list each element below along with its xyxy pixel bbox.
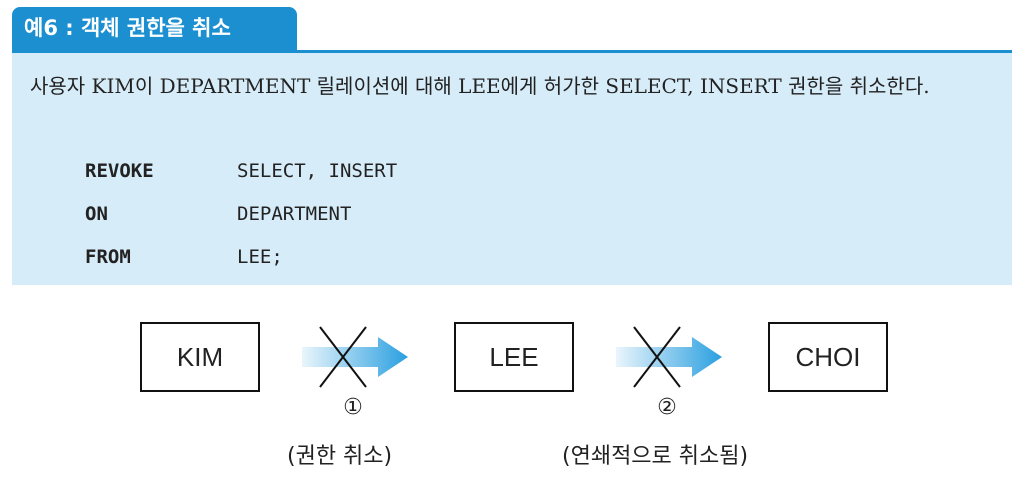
code-keyword: ON — [85, 203, 108, 225]
code-argument: LEE; — [237, 246, 283, 268]
code-line-revoke: REVOKE SELECT, INSERT — [85, 160, 397, 182]
code-argument: SELECT, INSERT — [237, 160, 398, 182]
revoked-arrow-icon — [302, 326, 408, 388]
step-caption-2: (연쇄적으로 취소됨) — [562, 444, 749, 469]
code-argument: DEPARTMENT — [237, 203, 352, 225]
example-description: 사용자 KIM이 DEPARTMENT 릴레이션에 대해 LEE에게 허가한 S… — [30, 74, 930, 98]
step-number-1: ① — [343, 395, 363, 420]
code-keyword: FROM — [85, 246, 131, 268]
cascade-revoked-arrow-icon — [616, 326, 722, 388]
code-line-on: ON DEPARTMENT — [85, 203, 351, 225]
node-kim: KIM — [140, 322, 260, 392]
example-title: 예6 : 객체 권한을 취소 — [12, 7, 297, 50]
code-keyword: REVOKE — [85, 160, 154, 182]
code-line-from: FROM LEE; — [85, 246, 283, 268]
step-caption-1: (권한 취소) — [287, 444, 393, 469]
step-number-2: ② — [657, 395, 677, 420]
node-lee: LEE — [454, 322, 574, 392]
node-choi: CHOI — [768, 322, 888, 392]
